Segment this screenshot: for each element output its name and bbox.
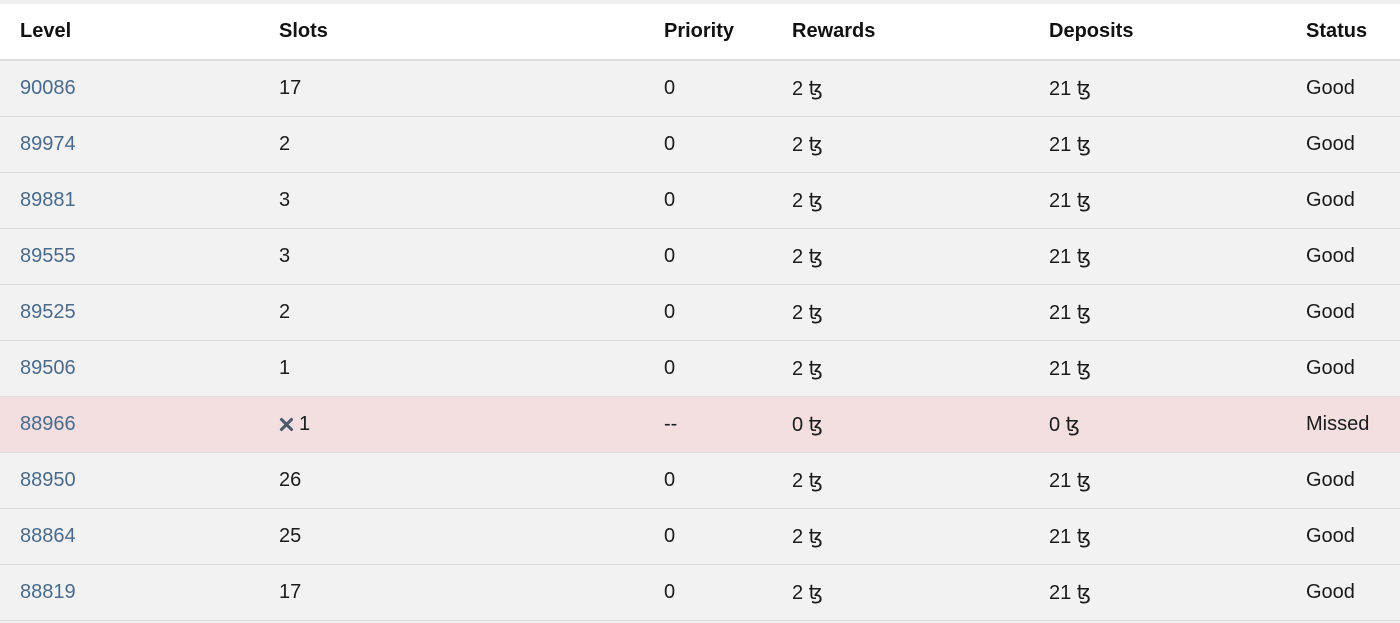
column-header-priority[interactable]: Priority [644, 2, 772, 60]
priority-cell: 0 [664, 468, 676, 491]
column-header-rewards[interactable]: Rewards [772, 2, 1029, 60]
table-body: 90086 17 0 2 ꜩ 21 ꜩ Good 89974 2 0 2 ꜩ 2… [0, 60, 1400, 620]
baking-rights-table-container: Level Slots Priority Rewards Deposits St… [0, 0, 1400, 623]
level-link[interactable]: 89525 [20, 301, 76, 323]
table-row: 90086 17 0 2 ꜩ 21 ꜩ Good [0, 60, 1400, 116]
deposits-cell: 21 ꜩ [1049, 77, 1091, 100]
level-cell: 89525 [0, 284, 259, 340]
slots-cell: 2 [279, 132, 291, 155]
level-cell: 88966 [0, 396, 259, 452]
table-row: 89555 3 0 2 ꜩ 21 ꜩ Good [0, 228, 1400, 284]
rewards-cell: 2 ꜩ [792, 357, 823, 380]
status-cell: Good [1306, 132, 1355, 155]
level-cell: 88864 [0, 508, 259, 564]
deposits-cell: 21 ꜩ [1049, 469, 1091, 492]
baking-rights-table: Level Slots Priority Rewards Deposits St… [0, 0, 1400, 621]
slots-cell: 2 [279, 300, 291, 323]
priority-cell: 0 [664, 580, 676, 603]
level-link[interactable]: 89555 [20, 245, 76, 267]
status-cell: Good [1306, 244, 1355, 267]
level-cell: 88950 [0, 452, 259, 508]
level-link[interactable]: 88950 [20, 469, 76, 491]
slots-cell: 26 [279, 468, 302, 491]
priority-cell: 0 [664, 244, 676, 267]
table-row: 88819 17 0 2 ꜩ 21 ꜩ Good [0, 564, 1400, 620]
level-link[interactable]: 88819 [20, 581, 76, 603]
level-link[interactable]: 90086 [20, 77, 76, 99]
slots-cell: 1 [259, 396, 644, 452]
level-link[interactable]: 89881 [20, 189, 76, 211]
level-cell: 90086 [0, 60, 259, 116]
rewards-cell: 2 ꜩ [792, 189, 823, 212]
level-cell: 89974 [0, 116, 259, 172]
level-cell: 89881 [0, 172, 259, 228]
priority-cell: 0 [664, 188, 676, 211]
rewards-cell: 2 ꜩ [792, 245, 823, 268]
table-row: 89881 3 0 2 ꜩ 21 ꜩ Good [0, 172, 1400, 228]
table-row: 89525 2 0 2 ꜩ 21 ꜩ Good [0, 284, 1400, 340]
column-header-level[interactable]: Level [0, 2, 259, 60]
slots-cell: 17 [279, 580, 302, 603]
priority-cell: 0 [664, 76, 676, 99]
rewards-cell: 2 ꜩ [792, 525, 823, 548]
level-cell: 88819 [0, 564, 259, 620]
table-row: 88950 26 0 2 ꜩ 21 ꜩ Good [0, 452, 1400, 508]
slots-cell: 17 [279, 76, 302, 99]
level-link[interactable]: 89974 [20, 133, 76, 155]
column-header-deposits[interactable]: Deposits [1029, 2, 1286, 60]
status-cell: Good [1306, 524, 1355, 547]
level-link[interactable]: 88864 [20, 525, 76, 547]
slots-cell: 1 [279, 356, 291, 379]
level-link[interactable]: 89506 [20, 357, 76, 379]
rewards-cell: 0 ꜩ [792, 413, 823, 436]
rewards-cell: 2 ꜩ [792, 469, 823, 492]
priority-cell: 0 [664, 356, 676, 379]
deposits-cell: 21 ꜩ [1049, 357, 1091, 380]
slots-cell: 3 [279, 244, 291, 267]
deposits-cell: 0 ꜩ [1049, 413, 1080, 436]
column-header-slots[interactable]: Slots [259, 2, 644, 60]
priority-cell: 0 [664, 132, 676, 155]
priority-cell: 0 [664, 524, 676, 547]
deposits-cell: 21 ꜩ [1049, 301, 1091, 324]
level-cell: 89506 [0, 340, 259, 396]
status-cell: Good [1306, 356, 1355, 379]
rewards-cell: 2 ꜩ [792, 301, 823, 324]
deposits-cell: 21 ꜩ [1049, 525, 1091, 548]
status-cell: Good [1306, 188, 1355, 211]
level-cell: 89555 [0, 228, 259, 284]
table-row: 89974 2 0 2 ꜩ 21 ꜩ Good [0, 116, 1400, 172]
deposits-cell: 21 ꜩ [1049, 189, 1091, 212]
deposits-cell: 21 ꜩ [1049, 133, 1091, 156]
level-link[interactable]: 88966 [20, 413, 76, 435]
deposits-cell: 21 ꜩ [1049, 581, 1091, 604]
priority-cell: -- [664, 412, 678, 435]
table-row-missed: 88966 1 -- 0 ꜩ 0 ꜩ Missed [0, 396, 1400, 452]
header-row: Level Slots Priority Rewards Deposits St… [0, 2, 1400, 60]
priority-cell: 0 [664, 300, 676, 323]
status-cell: Good [1306, 76, 1355, 99]
table-row: 88864 25 0 2 ꜩ 21 ꜩ Good [0, 508, 1400, 564]
x-icon [279, 417, 293, 431]
slots-cell: 3 [279, 188, 291, 211]
deposits-cell: 21 ꜩ [1049, 245, 1091, 268]
rewards-cell: 2 ꜩ [792, 133, 823, 156]
status-cell: Missed [1306, 412, 1370, 435]
rewards-cell: 2 ꜩ [792, 77, 823, 100]
status-cell: Good [1306, 580, 1355, 603]
slots-cell: 25 [279, 524, 302, 547]
status-cell: Good [1306, 300, 1355, 323]
rewards-cell: 2 ꜩ [792, 581, 823, 604]
status-cell: Good [1306, 468, 1355, 491]
table-row: 89506 1 0 2 ꜩ 21 ꜩ Good [0, 340, 1400, 396]
slots-value: 1 [299, 412, 311, 435]
table-header: Level Slots Priority Rewards Deposits St… [0, 2, 1400, 60]
column-header-status[interactable]: Status [1286, 2, 1400, 60]
